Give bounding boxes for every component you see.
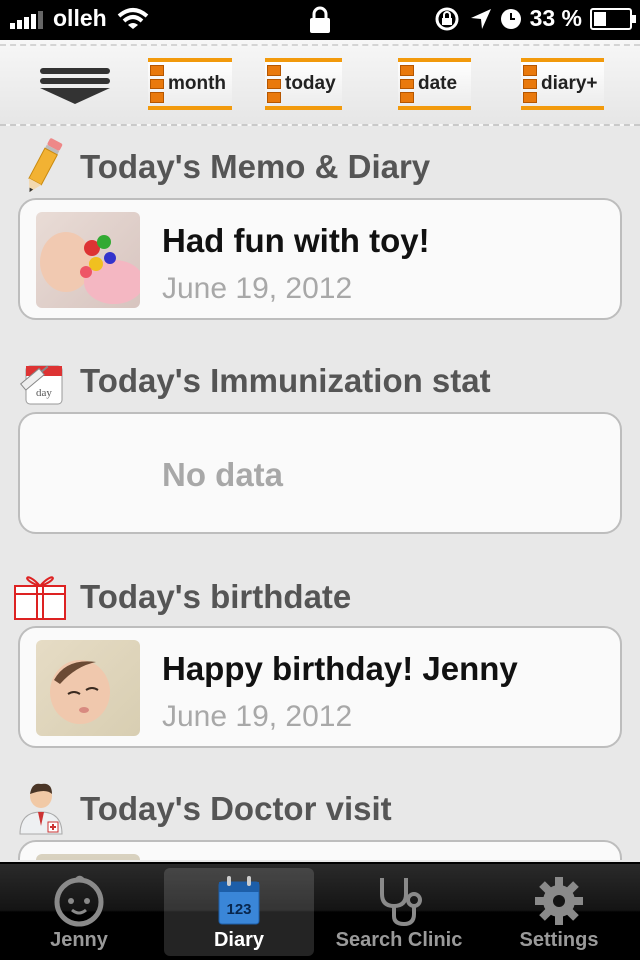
today-content[interactable]: Today's Memo & Diary Had fun with toy! J… (0, 128, 640, 860)
section-title-birthdate: Today's birthdate (80, 578, 352, 615)
date-button[interactable]: date (398, 58, 472, 110)
tab-jenny-label: Jenny (50, 929, 108, 951)
svg-text:day: day (36, 387, 52, 399)
month-button-label: month (168, 73, 227, 94)
section-title-doctor-visit: Today's Doctor visit (80, 790, 392, 827)
section-title-memo-diary: Today's Memo & Diary (80, 148, 431, 185)
birthday-title: Happy birthday! Jenny (162, 650, 518, 687)
tab-diary[interactable]: 123 Diary (164, 868, 314, 956)
birthday-date: June 19, 2012 (162, 700, 353, 733)
tab-diary-label: Diary (213, 929, 265, 951)
diary-plus-button-label: diary+ (541, 73, 598, 94)
doctor-icon (19, 783, 63, 835)
gift-icon (14, 576, 66, 620)
lock-icon (310, 6, 330, 33)
tab-bar: Jenny 123 Diary Search Clinic Settings (0, 862, 640, 960)
immunization-empty-text: No data (162, 456, 284, 493)
menu-arrow-icon[interactable] (36, 66, 114, 106)
tab-search-clinic[interactable]: Search Clinic (324, 868, 474, 956)
tab-settings-label: Settings (519, 929, 599, 951)
svg-text:123: 123 (226, 901, 251, 918)
memo-title: Had fun with toy! (162, 222, 430, 259)
birthday-photo-thumbnail (36, 640, 140, 736)
location-arrow-icon (470, 8, 491, 29)
carrier-name: olleh (53, 5, 107, 31)
rotation-lock-icon (435, 7, 459, 30)
birthdate-card[interactable]: Happy birthday! Jenny June 19, 2012 (18, 626, 622, 748)
battery-icon (590, 7, 636, 30)
pencil-icon (28, 138, 63, 193)
memo-diary-card[interactable]: Had fun with toy! June 19, 2012 (18, 198, 622, 320)
signal-strength-icon (10, 9, 43, 29)
month-button[interactable]: month (148, 58, 233, 110)
calendar-icon: 123 (218, 876, 260, 925)
battery-percent: 33 % (529, 5, 582, 31)
today-button[interactable]: today (265, 58, 342, 110)
wifi-icon (117, 7, 148, 29)
diary-photo-thumbnail (36, 212, 140, 308)
alarm-clock-icon (500, 8, 521, 29)
top-toolbar: month today date diary+ (0, 40, 640, 126)
baby-face-icon (54, 875, 104, 927)
status-bar: olleh 33 % (0, 0, 640, 40)
doctor-visit-card[interactable] (18, 840, 622, 860)
doctor-visit-thumbnail (36, 854, 140, 860)
tab-settings[interactable]: Settings (484, 868, 634, 956)
section-title-immunization: Today's Immunization stat (80, 362, 491, 399)
today-button-label: today (285, 73, 336, 94)
tab-search-clinic-label: Search Clinic (335, 929, 463, 951)
diary-plus-button[interactable]: diary+ (521, 58, 604, 110)
calendar-syringe-icon: day (19, 365, 63, 405)
date-button-label: date (418, 73, 458, 94)
memo-date: June 19, 2012 (162, 272, 353, 305)
tab-jenny[interactable]: Jenny (4, 868, 154, 956)
gear-icon (535, 877, 583, 925)
stethoscope-icon (380, 878, 422, 927)
immunization-card[interactable]: No data (18, 412, 622, 534)
